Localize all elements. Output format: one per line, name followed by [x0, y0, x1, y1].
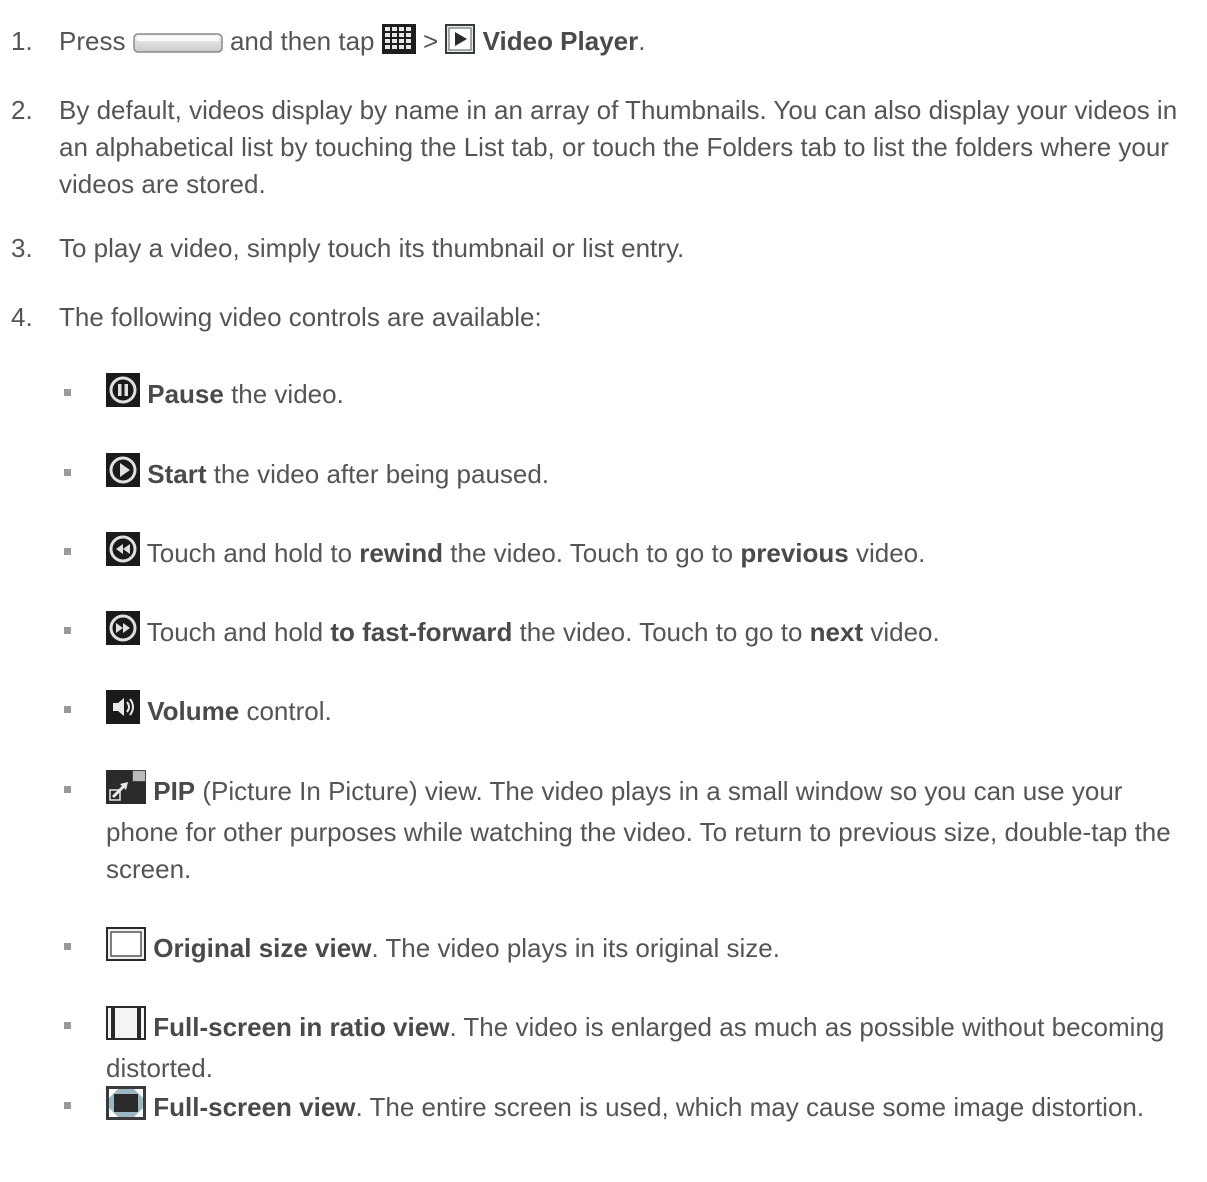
pause-icon: [106, 373, 140, 417]
rewind-icon: [106, 532, 140, 576]
fast-forward-icon: [106, 611, 140, 655]
step-text: The following video controls are availab…: [59, 302, 542, 332]
control-name: Full-screen in ratio view: [153, 1012, 450, 1042]
step-number: 4.: [11, 302, 33, 332]
bullet-marker: [64, 786, 71, 793]
full-screen-icon: [106, 1086, 146, 1130]
bullet-marker: [64, 548, 71, 555]
bullet-marker: [64, 469, 71, 476]
control-name: Pause: [147, 379, 224, 409]
volume-icon: [106, 690, 140, 734]
control-name: rewind: [359, 538, 444, 568]
control-name: next: [809, 617, 864, 647]
step-text: Press: [59, 26, 126, 56]
play-icon: [106, 453, 140, 497]
step-number: 2.: [11, 95, 33, 125]
bullet-marker: [64, 389, 71, 396]
bullet-marker: [64, 627, 71, 634]
control-name: Full-screen view: [153, 1092, 356, 1122]
video-player-icon: [445, 24, 476, 64]
bullet-marker: [64, 1102, 71, 1109]
original-size-icon: [106, 927, 146, 971]
step-text: >: [422, 26, 439, 56]
bullet-marker: [64, 1022, 71, 1029]
control-name: to fast-forward: [330, 617, 513, 647]
control-name: Start: [147, 459, 207, 489]
step-text: and then tap: [229, 26, 375, 56]
step-number: 3.: [11, 233, 33, 263]
control-name: PIP: [153, 776, 196, 806]
ratio-view-icon: [106, 1006, 146, 1050]
step-text: By default, videos display by name in an…: [59, 95, 1178, 199]
bullet-marker: [64, 706, 71, 713]
home-key-icon: [132, 27, 223, 64]
control-name: Original size view: [153, 933, 372, 963]
control-name: Volume: [147, 696, 240, 726]
video-player-label: Video Player: [482, 26, 639, 56]
step-text: To play a video, simply touch its thumbn…: [59, 233, 685, 263]
apps-grid-icon: [381, 24, 416, 64]
step-number: 1.: [11, 26, 33, 56]
bullet-marker: [64, 943, 71, 950]
pip-icon: [106, 770, 146, 814]
control-name: previous: [740, 538, 849, 568]
